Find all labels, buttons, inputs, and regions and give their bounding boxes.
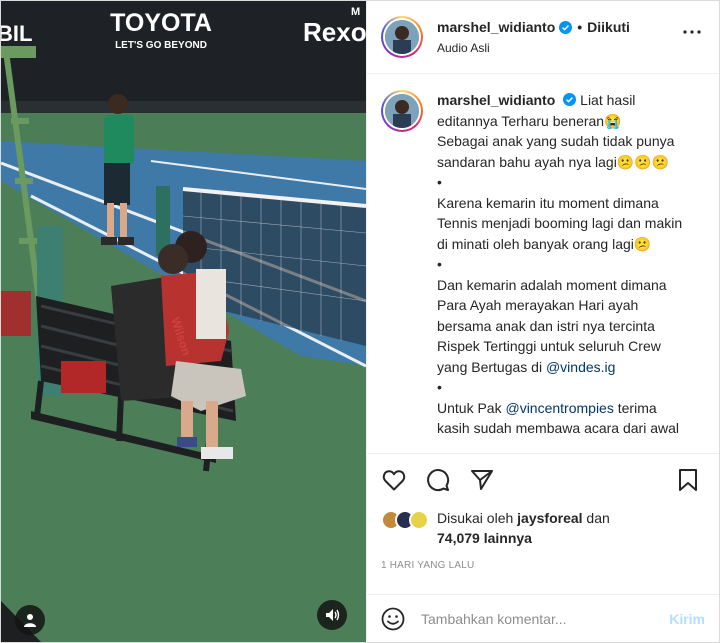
- avatar-photo: [385, 20, 419, 54]
- following-button[interactable]: Diikuti: [587, 19, 630, 35]
- caption-text: marshel_widianto Liat hasil editannya Te…: [437, 90, 687, 453]
- verified-badge-icon: [563, 93, 577, 106]
- banner-left-text: BIL: [1, 21, 32, 46]
- speaker-icon: [325, 609, 339, 621]
- author-username[interactable]: marshel_widianto: [437, 19, 555, 35]
- more-options-icon[interactable]: [683, 30, 701, 34]
- caption-line-3: Karena kemarin itu moment dimana Tennis …: [437, 194, 683, 252]
- like-button[interactable]: [381, 467, 407, 493]
- mention-link[interactable]: @vindes.ig: [546, 359, 615, 375]
- liker-username[interactable]: jaysforeal: [517, 510, 582, 526]
- banner-right-small-text: M: [351, 6, 360, 18]
- post-modal: TOYOTA LET'S GO BEYOND Rexor M BIL Wilso…: [0, 0, 720, 643]
- caption-line-4: Dan kemarin adalah moment dimana Para Ay…: [437, 275, 687, 378]
- share-button[interactable]: [469, 467, 495, 493]
- likes-count[interactable]: 74,079: [437, 530, 480, 546]
- caption-line-5: Untuk Pak @vincentrompies terima kasih s…: [437, 398, 687, 439]
- add-comment-bar: Kirim: [367, 594, 719, 642]
- user-icon: [24, 614, 36, 627]
- caption-avatar[interactable]: [381, 90, 423, 132]
- tagged-users-button[interactable]: [15, 605, 45, 635]
- emoji-icon[interactable]: [381, 607, 405, 631]
- banner-brand-text: TOYOTA: [110, 9, 212, 37]
- caption-bullet-3: •: [437, 379, 442, 395]
- banner-tagline-text: LET'S GO BEYOND: [115, 40, 207, 51]
- caption-bullet-1: •: [437, 174, 442, 190]
- post-video[interactable]: TOYOTA LET'S GO BEYOND Rexor M BIL Wilso…: [1, 1, 366, 642]
- likes-prefix: Disukai oleh: [437, 510, 514, 526]
- paper-plane-icon: [471, 470, 493, 490]
- mention-link[interactable]: @vincentrompies: [505, 400, 613, 416]
- liker-avatar: [409, 510, 429, 530]
- likes-middle: dan: [586, 510, 610, 526]
- caption-line-2: Sebagai anak yang sudah tidak punya sand…: [437, 133, 675, 170]
- post-header: marshel_widianto • Diikuti Audio Asli: [367, 1, 719, 74]
- audio-link[interactable]: Audio Asli: [437, 41, 630, 55]
- post-details-panel: marshel_widianto • Diikuti Audio Asli ma…: [366, 1, 719, 642]
- likes-suffix[interactable]: lainnya: [484, 530, 532, 546]
- separator-dot: •: [577, 19, 583, 35]
- save-button[interactable]: [675, 467, 701, 493]
- comment-input[interactable]: [421, 610, 651, 627]
- bookmark-icon: [679, 469, 697, 491]
- caption-username[interactable]: marshel_widianto: [437, 92, 555, 108]
- caption-area: marshel_widianto Liat hasil editannya Te…: [367, 74, 719, 453]
- avatar[interactable]: [381, 16, 423, 58]
- verified-badge-icon: [559, 20, 573, 34]
- post-timestamp[interactable]: 1 HARI YANG LALU: [381, 560, 705, 571]
- post-actions: Disukai oleh jaysforeal dan 74,079 lainn…: [367, 453, 719, 571]
- post-comment-button[interactable]: Kirim: [669, 611, 705, 627]
- caption-bullet-2: •: [437, 256, 442, 272]
- heart-icon: [382, 470, 406, 491]
- audio-toggle-button[interactable]: [317, 600, 347, 630]
- comment-button[interactable]: [425, 467, 451, 493]
- comment-icon: [427, 469, 450, 492]
- avatar-photo: [385, 94, 419, 128]
- caption-line-5-text: Untuk Pak: [437, 399, 502, 416]
- banner-right-text: Rexor: [303, 17, 366, 47]
- tennis-court-scene: TOYOTA LET'S GO BEYOND Rexor M BIL Wilso…: [1, 1, 366, 642]
- likes-summary: Disukai oleh jaysforeal dan 74,079 lainn…: [381, 508, 705, 548]
- liker-avatars[interactable]: [381, 510, 429, 530]
